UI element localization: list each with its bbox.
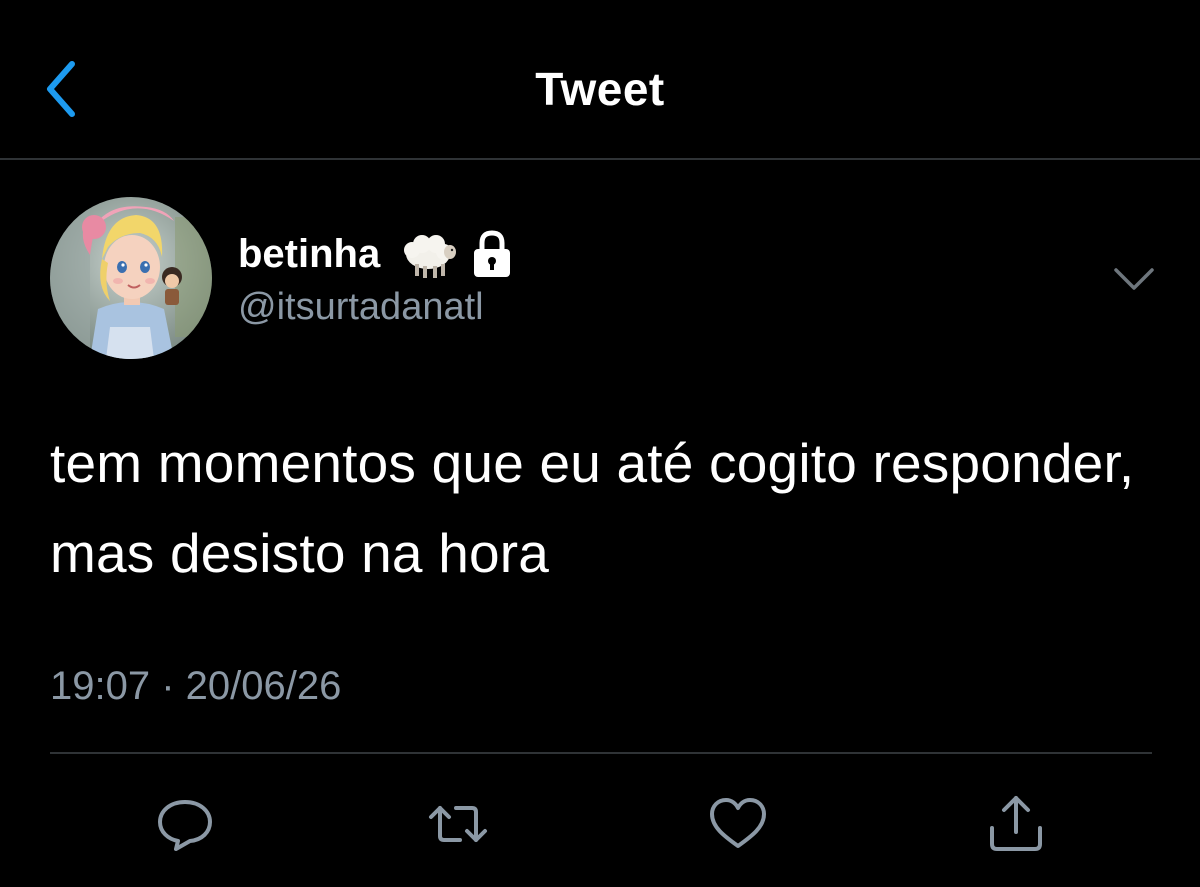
- more-options-button[interactable]: [1112, 264, 1156, 294]
- display-name: betinha: [238, 231, 381, 276]
- lock-icon: [474, 230, 511, 277]
- tweet-text: tem momentos que eu até cogito responder…: [50, 432, 1135, 584]
- retweet-icon: [429, 806, 487, 842]
- chevron-down-icon: [1114, 268, 1154, 290]
- avatar[interactable]: [50, 197, 212, 359]
- reply-button[interactable]: [153, 792, 217, 856]
- divider: [50, 752, 1152, 754]
- share-button[interactable]: [984, 792, 1048, 856]
- sheep-icon: [404, 235, 457, 278]
- page-title: Tweet: [535, 63, 665, 115]
- tweet-timestamp[interactable]: 19:07 · 20/06/26: [50, 664, 341, 709]
- share-icon: [990, 796, 1042, 851]
- comment-icon: [158, 800, 212, 851]
- top-bar: Tweet: [0, 0, 1200, 160]
- author-name-row[interactable]: betinha: [238, 226, 516, 282]
- like-button[interactable]: [706, 792, 770, 856]
- heart-icon: [710, 798, 766, 848]
- retweet-button[interactable]: [426, 792, 490, 856]
- avatar-image: [50, 197, 212, 359]
- author-handle[interactable]: @itsurtadanatl: [238, 286, 484, 329]
